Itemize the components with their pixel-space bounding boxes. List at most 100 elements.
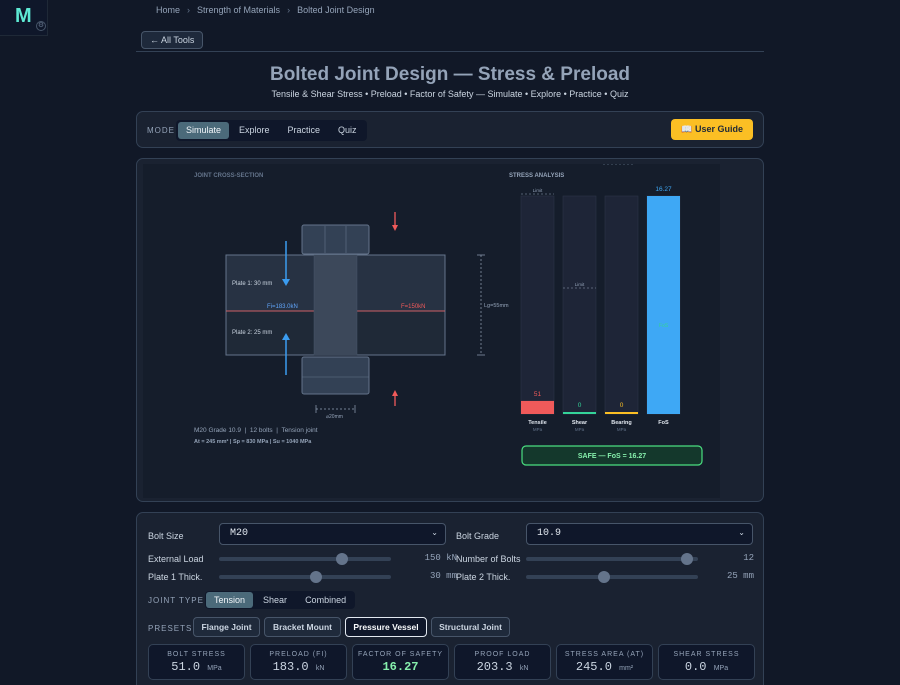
plate2-label: Plate 2: 25 mm xyxy=(232,330,272,336)
breadcrumb-category[interactable]: Strength of Materials xyxy=(197,5,280,15)
fos-bar-inner-label: FoS xyxy=(659,323,669,329)
simulation-canvas[interactable]: JOINT CROSS-SECTION Plate 1: 30 mm Plate… xyxy=(143,163,720,498)
bar-fill-fos xyxy=(647,196,680,414)
header-divider xyxy=(136,51,764,52)
plate1-thickness-slider[interactable] xyxy=(219,571,391,583)
preload-label: Fi=183.0kN xyxy=(267,304,298,310)
diameter-label: ⌀20mm xyxy=(326,414,343,420)
stress-bars: 51TensileMPa0ShearMPa0BearingMPa16.27FoS… xyxy=(520,186,681,432)
result-label: FACTOR OF SAFETY xyxy=(357,651,444,658)
plate1-thickness-value: 30 mm xyxy=(429,571,457,581)
preset-pressure-vessel[interactable]: Pressure Vessel xyxy=(345,617,427,637)
num-bolts-slider[interactable] xyxy=(526,553,698,565)
slider-knob[interactable] xyxy=(335,553,348,565)
bar-value-fos: 16.27 xyxy=(655,186,672,193)
result-unit: kN xyxy=(519,665,529,672)
bolt-size-select[interactable]: M20 ⌄ xyxy=(219,523,446,545)
slider-knob[interactable] xyxy=(598,571,610,583)
bar-value-bearing: 0 xyxy=(620,402,624,409)
mode-label: MODE xyxy=(147,126,175,135)
result-label: BOLT STRESS xyxy=(167,651,226,658)
plate1-label: Plate 1: 30 mm xyxy=(232,281,272,287)
bolt-grade-select[interactable]: 10.9 ⌄ xyxy=(526,523,753,545)
external-force-label: F=150kN xyxy=(401,304,426,310)
bar-value-tensile: 51 xyxy=(534,391,542,398)
breadcrumb-home[interactable]: Home xyxy=(156,5,180,15)
simulation-panel: JOINT CROSS-SECTION Plate 1: 30 mm Plate… xyxy=(136,158,764,502)
result-card-bolt-stress: BOLT STRESS 51.0 MPa xyxy=(148,644,245,680)
bar-unit-bearing: MPa xyxy=(617,427,627,432)
num-bolts-value: 12 xyxy=(743,553,754,563)
tab-quiz[interactable]: Quiz xyxy=(330,122,365,139)
breadcrumb-separator: › xyxy=(187,5,191,15)
app-logo[interactable]: M ⚙ xyxy=(0,0,48,36)
external-load-slider[interactable] xyxy=(219,553,391,565)
joint-type-tabs: Tension Shear Combined xyxy=(205,591,356,609)
result-value: 245.0 xyxy=(575,660,612,674)
bolt-grade-value: 10.9 xyxy=(537,528,562,539)
limit-label: Limit xyxy=(533,188,543,193)
result-label: STRESS AREA (AT) xyxy=(564,651,645,658)
bolt-shank xyxy=(313,254,358,356)
grip-length-label: Lg=55mm xyxy=(484,303,509,309)
result-value: 0.0 xyxy=(684,660,707,674)
bar-track-bearing xyxy=(604,195,639,415)
bar-fill-shear xyxy=(563,412,596,414)
plate2-thickness-slider[interactable] xyxy=(526,571,698,583)
bar-track-shear xyxy=(562,195,597,415)
preset-structural-joint[interactable]: Structural Joint xyxy=(431,617,510,637)
result-card-factor-of-safety: FACTOR OF SAFETY 16.27 xyxy=(352,644,449,680)
spec-line-2: At = 245 mm² | Sp = 830 MPa | Su = 1040 … xyxy=(194,438,312,445)
bar-fill-tensile xyxy=(521,400,554,414)
breadcrumb-current: Bolted Joint Design xyxy=(297,5,375,15)
plate2-thickness-label: Plate 2 Thick. xyxy=(456,572,511,582)
logo-letter: M xyxy=(15,5,32,27)
breadcrumb-separator: › xyxy=(287,5,291,15)
result-label: PRELOAD (FI) xyxy=(269,651,328,658)
chevron-down-icon: ⌄ xyxy=(738,529,745,538)
plate1-thickness-label: Plate 1 Thick. xyxy=(148,572,203,582)
result-unit: MPa xyxy=(713,665,729,672)
bar-unit-tensile: MPa xyxy=(533,427,543,432)
mode-tabs: Simulate Explore Practice Quiz xyxy=(176,120,367,141)
preset-bracket-mount[interactable]: Bracket Mount xyxy=(264,617,341,637)
result-unit: MPa xyxy=(207,665,222,672)
all-tools-button[interactable]: ← All Tools xyxy=(141,31,204,49)
safe-badge-text: SAFE — FoS = 16.27 xyxy=(578,453,646,460)
tab-explore[interactable]: Explore xyxy=(231,122,278,139)
result-label: SHEAR STRESS xyxy=(673,651,740,658)
controls-panel: Bolt Size M20 ⌄ Bolt Grade 10.9 ⌄ Extern… xyxy=(136,512,764,685)
result-value: 51.0 xyxy=(171,660,201,674)
result-value: 16.27 xyxy=(382,660,419,674)
tab-practice[interactable]: Practice xyxy=(280,122,329,139)
bolt-size-label: Bolt Size xyxy=(148,531,184,541)
num-bolts-label: Number of Bolts xyxy=(456,554,521,564)
preset-flange-joint[interactable]: Flange Joint xyxy=(193,617,260,637)
tab-shear[interactable]: Shear xyxy=(255,592,295,608)
bolt-grade-label: Bolt Grade xyxy=(456,531,500,541)
tab-combined[interactable]: Combined xyxy=(297,592,354,608)
joint-type-label: JOINT TYPE xyxy=(148,596,204,605)
settings-icon[interactable]: ⚙ xyxy=(36,21,46,31)
tab-tension[interactable]: Tension xyxy=(206,592,254,608)
user-guide-button[interactable]: 📖 User Guide xyxy=(671,119,753,140)
cross-section-title: JOINT CROSS-SECTION xyxy=(194,173,263,179)
simulation-svg: JOINT CROSS-SECTION Plate 1: 30 mm Plate… xyxy=(194,163,703,466)
bar-track-tensile xyxy=(520,195,555,415)
result-card-shear-stress: SHEAR STRESS 0.0 MPa xyxy=(658,644,755,680)
result-card-stress-area: STRESS AREA (AT) 245.0 mm² xyxy=(556,644,653,680)
bar-unit-shear: MPa xyxy=(575,427,585,432)
page-subtitle: Tensile & Shear Stress • Preload • Facto… xyxy=(271,89,629,99)
slider-knob[interactable] xyxy=(681,553,694,565)
result-unit: mm² xyxy=(619,665,634,672)
result-unit: kN xyxy=(315,665,325,672)
bolt-size-value: M20 xyxy=(230,528,249,539)
chevron-down-icon: ⌄ xyxy=(431,529,438,538)
external-load-value: 150 kN xyxy=(424,553,457,563)
bar-name-bearing: Bearing xyxy=(611,420,631,426)
slider-knob[interactable] xyxy=(310,571,323,583)
result-label: PROOF LOAD xyxy=(474,651,531,658)
result-card-preload: PRELOAD (FI) 183.0 kN xyxy=(250,644,347,680)
result-value: 183.0 xyxy=(272,660,309,674)
tab-simulate[interactable]: Simulate xyxy=(178,122,230,139)
